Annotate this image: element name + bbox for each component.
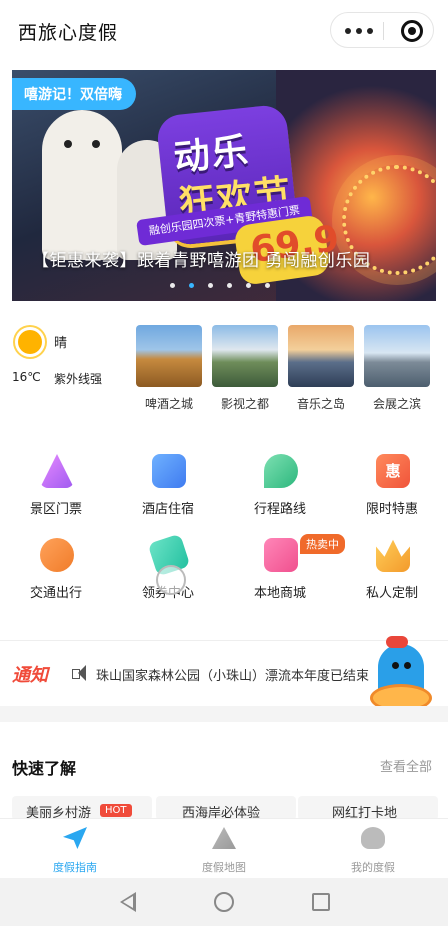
grid-label: 本地商城 (253, 586, 306, 601)
speaker-icon (72, 665, 90, 681)
grid-item-hotel[interactable]: 酒店住宿 (118, 454, 218, 524)
weather-widget: 晴 16℃ 紫外线强 (0, 318, 130, 408)
home-icon[interactable] (214, 892, 234, 912)
mascot-eye (392, 662, 399, 669)
city-card-music[interactable]: 音乐之岛 (288, 325, 354, 415)
city-photo (364, 325, 430, 387)
notice-tag: 通知 (12, 665, 48, 686)
gift-icon (264, 538, 298, 572)
grid-item-custom[interactable]: 私人定制 (342, 538, 442, 608)
banner-dot[interactable] (170, 283, 175, 288)
banner-dot[interactable] (265, 283, 270, 288)
tab-label: 度假地图 (202, 861, 246, 874)
grid-label: 景区门票 (29, 502, 82, 517)
ticket-icon (40, 454, 74, 488)
more-icon[interactable] (345, 23, 375, 37)
city-photo (212, 325, 278, 387)
back-icon[interactable] (120, 892, 136, 912)
promo-banner[interactable]: 动乐 狂欢节 融创乐园四次票+青野特惠门票 69.9 嘻游记！双倍嗨 【钜惠来袭… (12, 70, 436, 301)
hot-badge: HOT (100, 804, 132, 817)
map-icon (212, 827, 236, 849)
app-root: 西旅心度假 动乐 狂欢节 融创乐园四次票+青野特惠门票 69.9 嘻游记！双倍嗨… (0, 0, 448, 926)
grid-label: 限时特惠 (365, 502, 418, 517)
grid-label: 行程路线 (253, 502, 306, 517)
mascot-eye (404, 662, 411, 669)
grid-label: 私人定制 (365, 586, 418, 601)
banner-caption: 【钜惠来袭】跟着青野嘻游团 勇闯融创乐园 (32, 251, 371, 271)
quick-section-title: 快速了解 (12, 759, 77, 778)
banner-dot[interactable] (246, 283, 251, 288)
tab-label: 我的度假 (351, 861, 395, 874)
tab-label: 度假指南 (53, 861, 97, 874)
section-divider (0, 706, 448, 722)
weather-temperature: 16℃ (12, 370, 41, 384)
banner-dot[interactable] (227, 283, 232, 288)
city-label: 啤酒之城 (144, 397, 193, 411)
grid-item-tickets[interactable]: 景区门票 (6, 454, 106, 524)
system-nav-bar (0, 878, 448, 926)
banner-dot-active[interactable] (189, 283, 194, 288)
mascot-hat (386, 636, 408, 648)
grid-item-deals[interactable]: 惠 限时特惠 (342, 454, 442, 524)
city-label: 会展之滨 (372, 397, 421, 411)
weather-condition: 晴 (54, 336, 68, 351)
city-label: 音乐之岛 (296, 397, 345, 411)
paper-plane-icon (63, 827, 87, 849)
notice-text: 珠山国家森林公园（小珠山）漂流本年度已结束 (96, 669, 370, 684)
top-bar: 西旅心度假 (0, 0, 448, 62)
sun-icon (18, 330, 42, 354)
quick-chip[interactable]: 西海岸必体验 (156, 796, 296, 820)
transport-icon (40, 538, 74, 572)
city-card-expo[interactable]: 会展之滨 (364, 325, 430, 415)
tab-guide[interactable]: 度假指南 (20, 827, 130, 877)
tab-map[interactable]: 度假地图 (169, 827, 279, 877)
weather-uv: 紫外线强 (54, 372, 103, 386)
recent-apps-icon[interactable] (312, 893, 330, 911)
city-photo (288, 325, 354, 387)
close-target-icon[interactable] (401, 20, 423, 42)
hot-sale-badge: 热卖中 (300, 534, 345, 554)
banner-pagination (170, 283, 284, 291)
quick-chip[interactable]: 美丽乡村游 HOT (12, 796, 152, 820)
user-icon (361, 827, 385, 849)
app-title: 西旅心度假 (18, 22, 119, 44)
banner-dot[interactable] (208, 283, 213, 288)
city-photo (136, 325, 202, 387)
grid-item-transport[interactable]: 交通出行 (6, 538, 106, 608)
banner-tag: 嘻游记！双倍嗨 (12, 78, 136, 110)
city-label: 影视之都 (220, 397, 269, 411)
hotel-icon (152, 454, 186, 488)
capsule-divider (383, 22, 384, 40)
city-card-beer[interactable]: 啤酒之城 (136, 325, 202, 415)
route-icon (264, 454, 298, 488)
touch-indicator (156, 565, 186, 595)
mini-program-capsule (330, 12, 434, 48)
grid-label: 酒店住宿 (141, 502, 194, 517)
tab-mine[interactable]: 我的度假 (318, 827, 428, 877)
grid-item-routes[interactable]: 行程路线 (230, 454, 330, 524)
quick-chip[interactable]: 网红打卡地 (298, 796, 438, 820)
sale-icon: 惠 (376, 454, 410, 488)
city-card-film[interactable]: 影视之都 (212, 325, 278, 415)
alpaca-graphic (42, 110, 122, 260)
view-all-link[interactable]: 查看全部 (380, 756, 432, 775)
tab-bar: 度假指南 度假地图 我的度假 (0, 818, 448, 878)
grid-label: 交通出行 (29, 586, 82, 601)
crown-icon (376, 539, 410, 572)
